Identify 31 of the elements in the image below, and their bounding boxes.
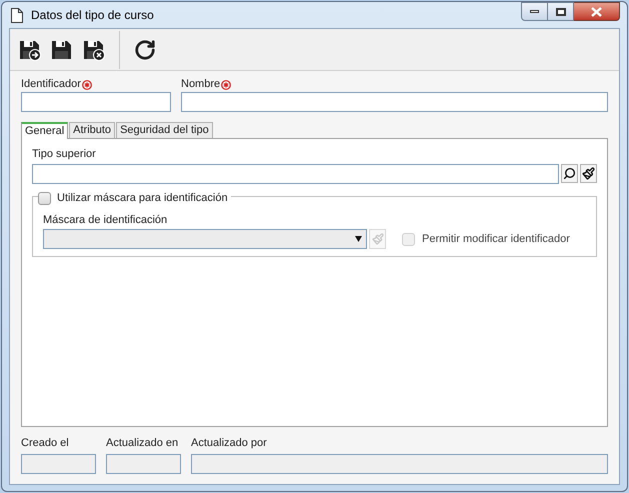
brush-icon — [372, 233, 384, 245]
field-label: Identificador — [21, 77, 81, 92]
floppy-x-icon — [83, 38, 105, 60]
search-button[interactable] — [561, 164, 578, 183]
caret-icon — [355, 236, 362, 242]
close-button[interactable] — [574, 2, 620, 21]
window-title: Datos del tipo de curso — [31, 7, 154, 24]
document-icon — [11, 8, 23, 22]
maximize-button[interactable] — [548, 2, 574, 21]
search-icon — [563, 167, 576, 180]
brush-icon — [582, 167, 595, 180]
text-field[interactable] — [21, 92, 171, 112]
field-label: Máscara de identificación — [43, 214, 168, 227]
tab[interactable]: Seguridad del tipo — [116, 122, 213, 138]
field-label: Actualizado en — [106, 437, 180, 450]
clear-button[interactable] — [580, 164, 597, 183]
refresh-icon — [134, 38, 156, 60]
checkbox[interactable] — [38, 192, 51, 205]
close-icon — [591, 6, 602, 16]
field-label: Actualizado por — [191, 437, 268, 450]
field-label: Creado el — [21, 437, 70, 450]
checkbox-label: Utilizar máscara para identificación — [57, 191, 228, 206]
minimize-button[interactable] — [521, 2, 548, 21]
checkbox-label: Permitir modificar identificador — [422, 232, 570, 247]
tab[interactable]: Atributo — [69, 122, 116, 138]
floppy-icon — [51, 38, 73, 60]
field-label: Nombre — [181, 77, 220, 92]
text-field[interactable] — [32, 164, 559, 184]
field-label: Tipo superior — [32, 148, 97, 161]
text-field[interactable] — [181, 92, 608, 112]
tab[interactable]: General — [21, 122, 68, 139]
